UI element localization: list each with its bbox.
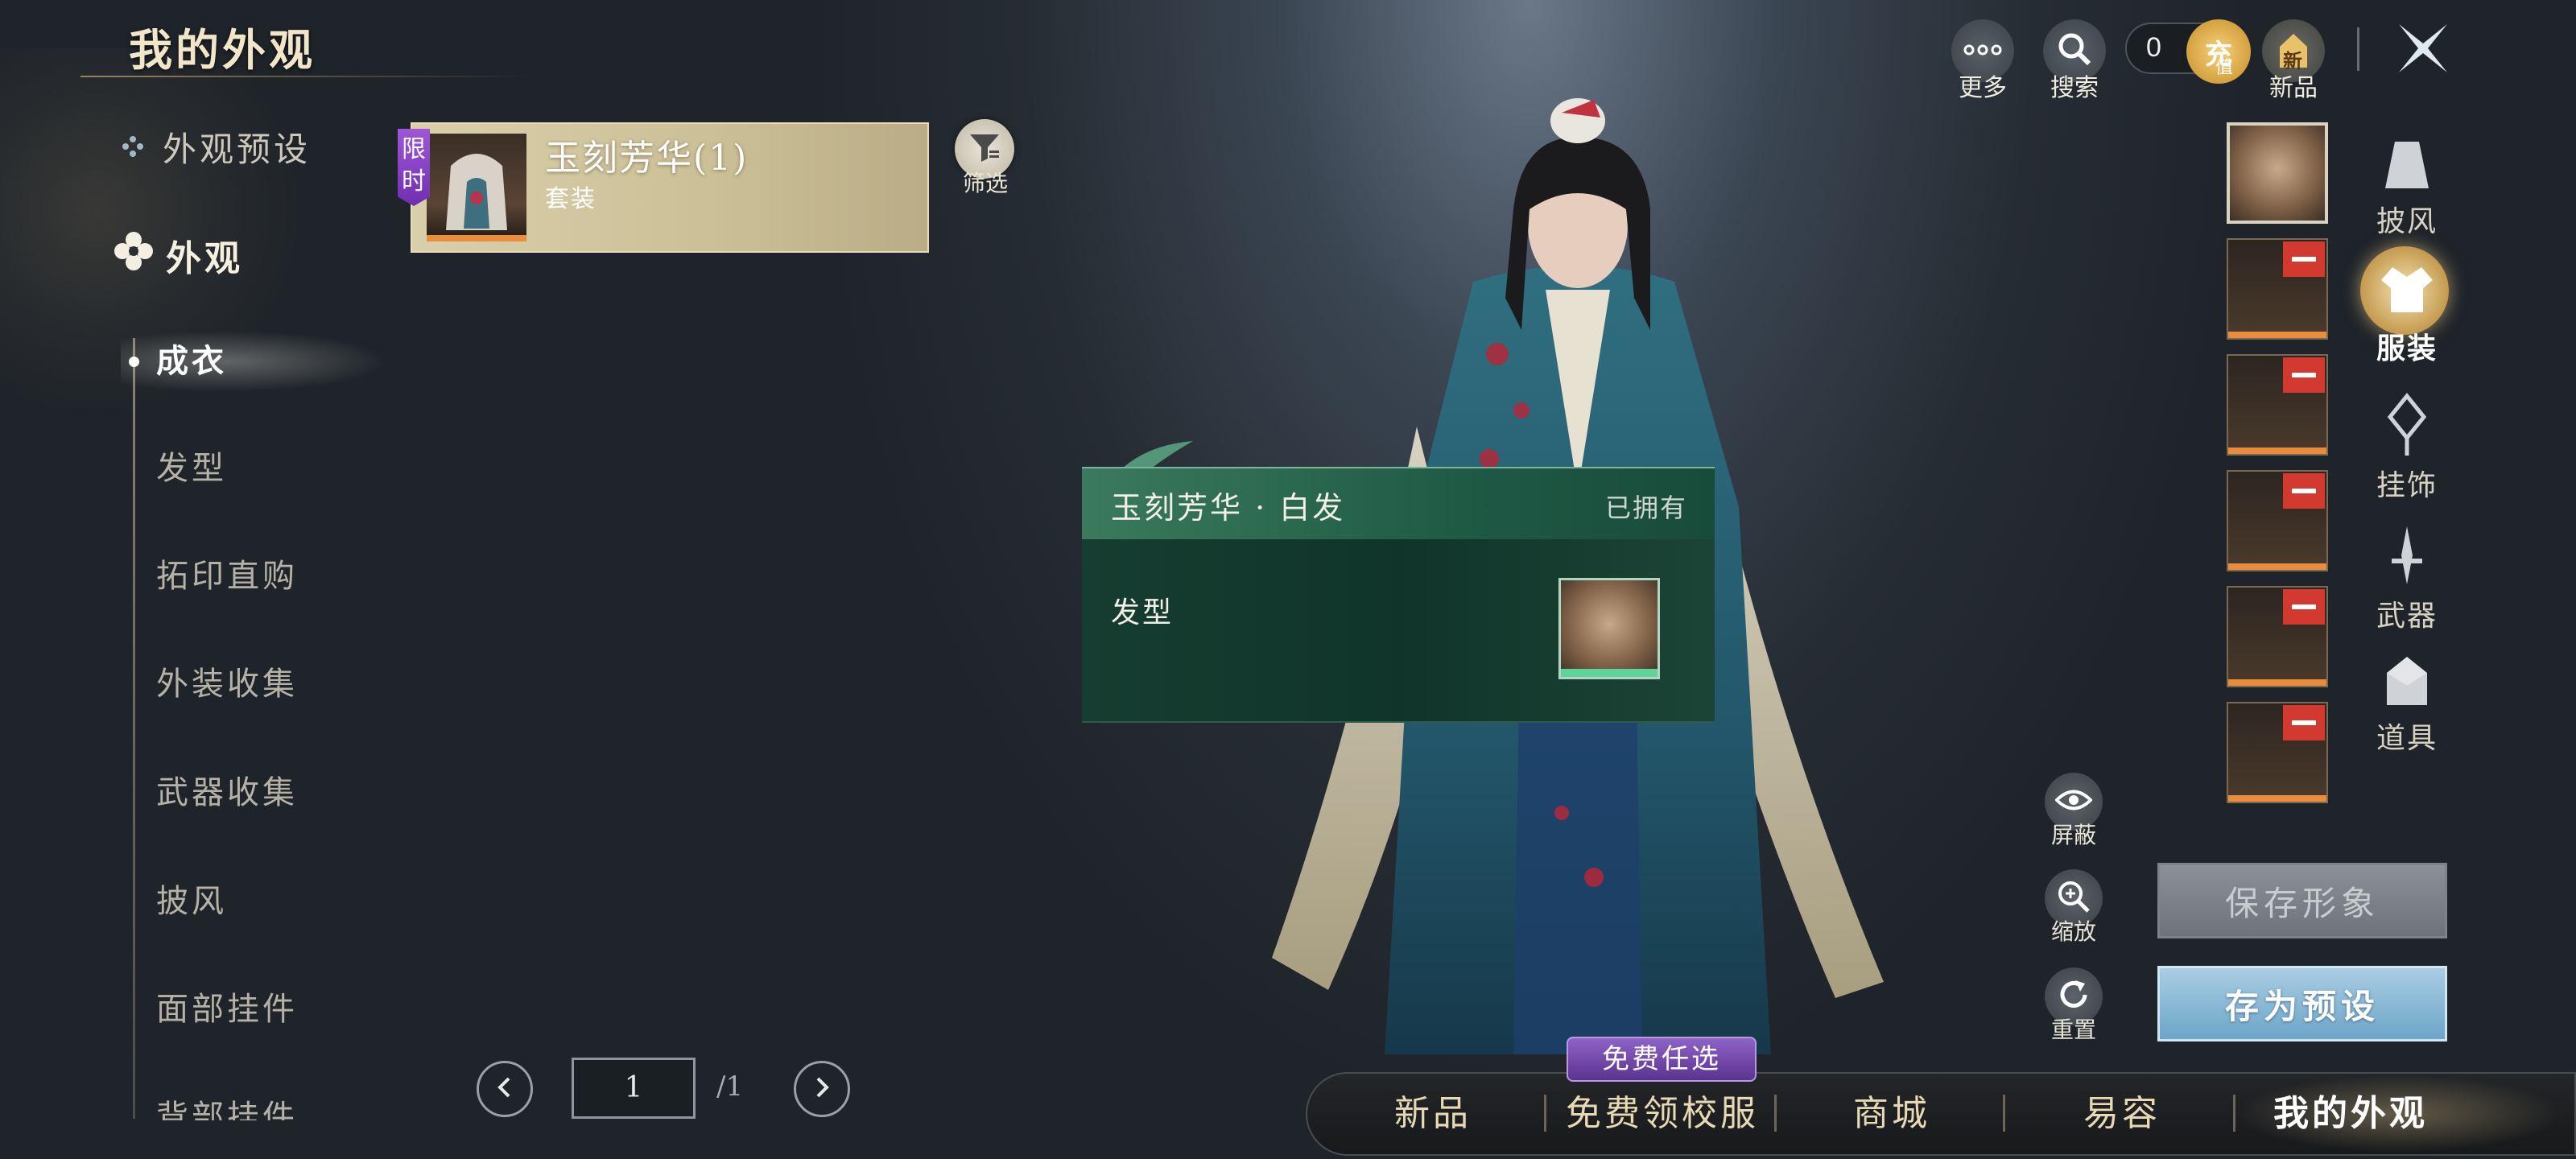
- nav-look-label: 外观: [166, 238, 243, 279]
- chevron-left-icon: [493, 1075, 517, 1103]
- category-pendant[interactable]: 挂饰: [2367, 393, 2447, 504]
- search-label: 搜索: [2050, 74, 2099, 102]
- outfit-thumbnail: [427, 134, 526, 241]
- page-title: 我的外观: [129, 24, 316, 76]
- next-page-button[interactable]: [794, 1061, 850, 1117]
- more-dots-icon: [1963, 43, 2003, 59]
- category-outfit[interactable]: 服装: [2367, 256, 2447, 367]
- sub-nav-weapon-collection[interactable]: 武器收集: [156, 769, 298, 817]
- page-number-input[interactable]: 1: [572, 1058, 696, 1119]
- slot-label: 发型: [1111, 596, 1174, 629]
- category-cape[interactable]: 披风: [2367, 137, 2447, 240]
- pendant-icon: [2379, 393, 2435, 460]
- save-look-button[interactable]: 保存形象: [2157, 863, 2447, 938]
- reset-icon: [2056, 977, 2091, 1016]
- sub-nav-back-accessory[interactable]: 背部挂件: [156, 1093, 298, 1120]
- sparkle-icon: [121, 127, 145, 167]
- tab-makeover[interactable]: 易容: [2058, 1080, 2186, 1148]
- nav-appearance[interactable]: 外观: [113, 229, 243, 281]
- remove-icon[interactable]: [2283, 473, 2325, 509]
- tab-shop[interactable]: 商城: [1827, 1080, 1956, 1148]
- remove-icon[interactable]: [2283, 357, 2325, 393]
- close-icon: [2391, 24, 2455, 84]
- currency-value: 0: [2146, 32, 2161, 63]
- recharge-sub-label: 值: [2215, 58, 2234, 78]
- filter-label: 筛选: [962, 170, 1008, 196]
- sub-nav-outfit-collection[interactable]: 外装收集: [156, 660, 298, 708]
- remove-icon[interactable]: [2283, 705, 2325, 740]
- cape-icon: [2379, 142, 2435, 196]
- outfit-name: 玉刻芳华(1): [545, 138, 749, 179]
- tab-separator: [1774, 1095, 1777, 1132]
- chevron-right-icon: [810, 1075, 834, 1103]
- filter-icon: [967, 130, 1002, 168]
- limited-time-badge: 限时: [398, 129, 430, 206]
- top-bar-divider: [2357, 27, 2359, 71]
- hairstyle-thumbnail[interactable]: [1558, 578, 1660, 679]
- prev-page-button[interactable]: [477, 1061, 533, 1117]
- free-choice-badge: 免费任选: [1567, 1037, 1757, 1082]
- more-label: 更多: [1959, 74, 2007, 102]
- category-label: 披风: [2376, 205, 2438, 238]
- nav-preset-label: 外观预设: [163, 129, 312, 169]
- title-divider: [80, 76, 531, 77]
- nav-appearance-preset[interactable]: 外观预设: [121, 121, 311, 172]
- outfit-type: 套装: [545, 185, 597, 213]
- category-label: 服装: [2376, 332, 2438, 365]
- zoom-label: 缩放: [2050, 918, 2096, 945]
- prop-icon: [2379, 657, 2435, 713]
- tab-free-uniform[interactable]: 免费领校服: [1554, 1080, 1771, 1148]
- equipped-slot-3[interactable]: [2227, 354, 2328, 456]
- equipped-slot-hair[interactable]: [2227, 122, 2328, 224]
- category-label: 道具: [2376, 722, 2438, 755]
- nav-tree-line: [133, 338, 135, 1119]
- sub-nav-hairstyle[interactable]: 发型: [156, 444, 227, 493]
- outfit-icon: [2375, 267, 2439, 324]
- page-total: /1: [716, 1070, 744, 1103]
- tab-separator: [2003, 1095, 2005, 1132]
- weapon-icon: [2379, 526, 2435, 591]
- tab-separator: [1544, 1095, 1546, 1132]
- eye-icon: [2054, 788, 2093, 815]
- flower-icon: [113, 230, 155, 281]
- popup-title: 玉刻芳华 · 白发: [1111, 490, 1346, 526]
- sub-nav-cape[interactable]: 披风: [156, 877, 227, 926]
- popup-header: 玉刻芳华 · 白发 已拥有: [1082, 467, 1715, 539]
- remove-icon[interactable]: [2283, 589, 2325, 625]
- active-dot: [129, 357, 139, 367]
- equipped-slot-4[interactable]: [2227, 470, 2328, 571]
- close-button[interactable]: [2391, 16, 2455, 80]
- tab-my-appearance[interactable]: 我的外观: [2254, 1080, 2447, 1148]
- new-bag-icon: 新: [2273, 31, 2314, 72]
- new-items-label: 新品: [2269, 74, 2318, 102]
- equipped-slot-6[interactable]: [2227, 702, 2328, 803]
- zoom-in-icon: [2056, 879, 2091, 918]
- category-label: 挂饰: [2376, 469, 2438, 502]
- category-label: 武器: [2376, 600, 2438, 633]
- outfit-list-item[interactable]: 限时 玉刻芳华(1) 套装: [398, 122, 929, 253]
- sub-nav-ready-made[interactable]: 成衣: [156, 337, 227, 386]
- equipped-slot-5[interactable]: [2227, 586, 2328, 687]
- search-icon: [2057, 31, 2092, 70]
- category-weapon[interactable]: 武器: [2367, 523, 2447, 634]
- equipped-slot-2[interactable]: [2227, 238, 2328, 340]
- hide-label: 屏蔽: [2050, 822, 2096, 848]
- tab-new[interactable]: 新品: [1368, 1080, 1497, 1148]
- tab-separator: [2233, 1095, 2235, 1132]
- reset-label: 重置: [2050, 1017, 2096, 1043]
- owned-status: 已拥有: [1604, 493, 1687, 523]
- sub-nav-print-purchase[interactable]: 拓印直购: [156, 552, 298, 600]
- item-detail-popup: 玉刻芳华 · 白发 已拥有 发型: [1082, 441, 1715, 723]
- save-preset-button[interactable]: 存为预设: [2157, 966, 2447, 1041]
- sub-nav-face-accessory[interactable]: 面部挂件: [156, 985, 298, 1033]
- category-prop[interactable]: 道具: [2367, 654, 2447, 757]
- remove-icon[interactable]: [2283, 241, 2325, 277]
